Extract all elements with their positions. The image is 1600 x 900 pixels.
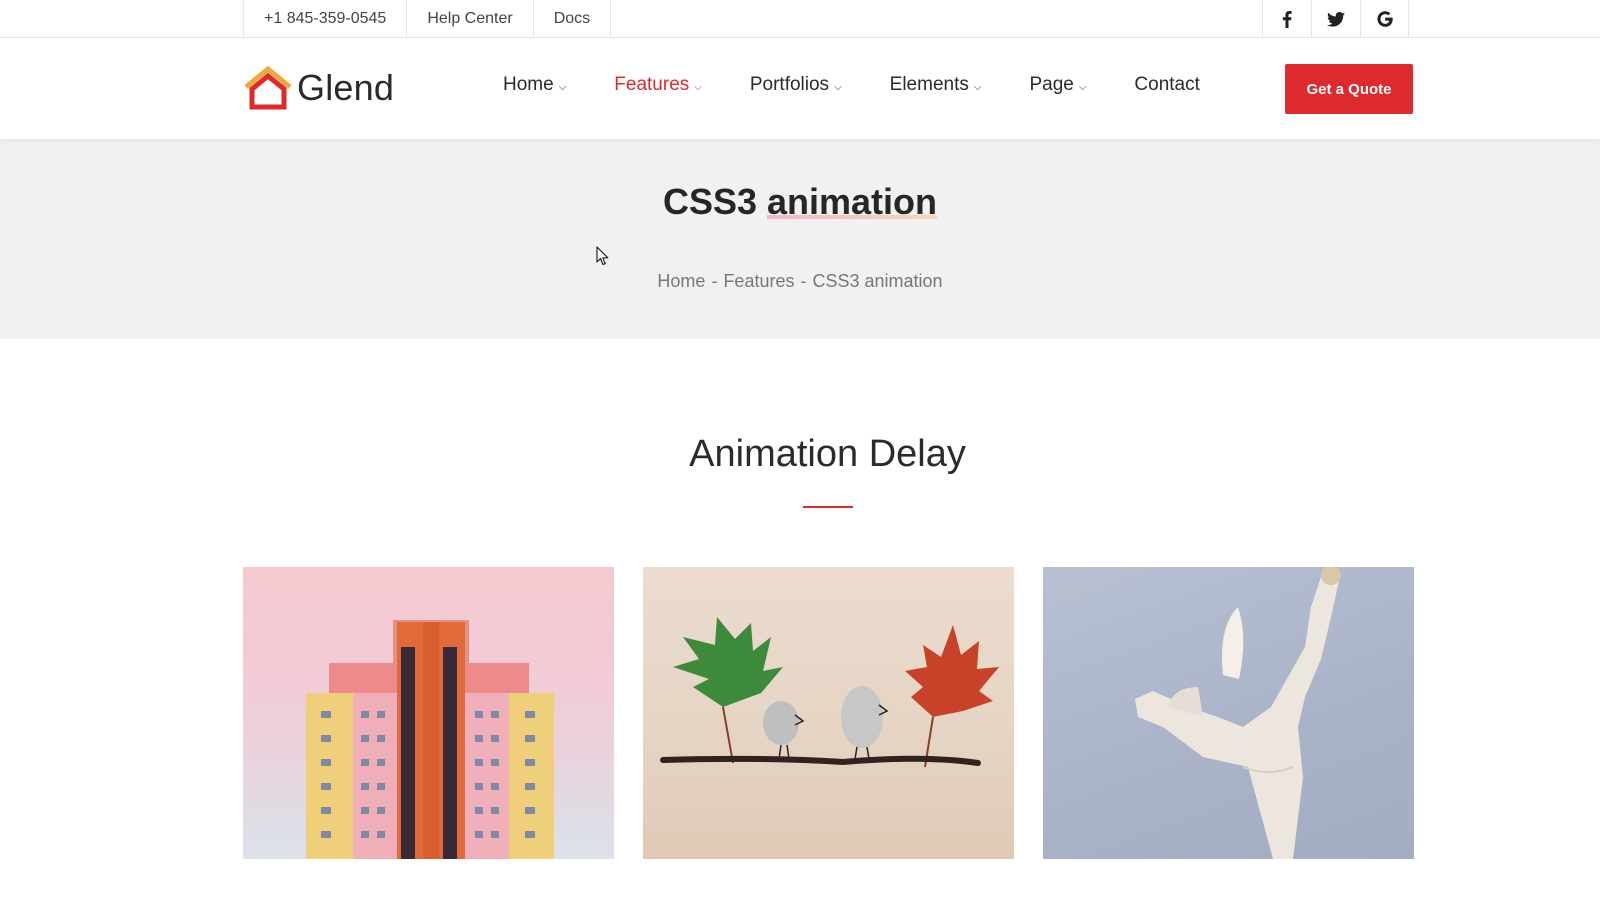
- leaves-birds-image: [660, 617, 999, 768]
- chevron-down-icon: ⌵: [694, 81, 702, 93]
- chevron-down-icon: ⌵: [558, 81, 567, 93]
- house-logo-icon: [243, 65, 293, 111]
- page-title: CSS3 animation: [0, 181, 1600, 223]
- nav-home-label: Home: [503, 74, 554, 95]
- nav-portfolios-label: Portfolios: [749, 74, 830, 95]
- mouse-cursor-icon: [596, 246, 610, 271]
- top-bar-contacts: +1 845-359-0545 Help Center Docs: [243, 0, 612, 38]
- social-links: [1262, 0, 1409, 38]
- building-image: [306, 620, 554, 859]
- page-title-text: CSS3: [662, 181, 757, 222]
- twitter-icon[interactable]: [1311, 0, 1360, 38]
- breadcrumb-separator: -: [711, 271, 718, 291]
- chevron-down-icon: ⌵: [834, 81, 842, 93]
- breadcrumb-features[interactable]: Features: [723, 271, 794, 291]
- phone-link[interactable]: +1 845-359-0545: [243, 0, 406, 38]
- chevron-down-icon: ⌵: [973, 81, 982, 93]
- image-card-building[interactable]: [243, 567, 614, 859]
- title-underline: [803, 506, 853, 508]
- logo[interactable]: Glend: [243, 64, 394, 112]
- breadcrumb-current: CSS3 animation: [812, 271, 943, 291]
- breadcrumb-home[interactable]: Home: [657, 271, 705, 291]
- docs-link[interactable]: Docs: [532, 0, 612, 38]
- logo-text: Glend: [297, 67, 395, 108]
- chevron-down-icon: ⌵: [1078, 81, 1087, 93]
- main-nav: Home ⌵ Features ⌵ Portfolios ⌵ Elements ⌵ Pa…: [503, 74, 1200, 96]
- nav-portfolios[interactable]: Portfolios ⌵: [750, 74, 842, 96]
- nav-page[interactable]: Page ⌵: [1029, 74, 1086, 96]
- help-center-link[interactable]: Help Center: [406, 0, 532, 38]
- facebook-icon[interactable]: [1262, 0, 1311, 38]
- image-card-leaves[interactable]: [643, 567, 1014, 859]
- nav-contact[interactable]: Contact: [1134, 74, 1199, 96]
- nav-home[interactable]: Home ⌵: [503, 74, 566, 96]
- page-title-highlight: animation: [767, 181, 938, 222]
- page-title-banner: CSS3 animation Home - Features - CSS3 animat…: [0, 139, 1600, 339]
- nav-features-label: Features: [614, 74, 690, 95]
- main-header: Glend Home ⌵ Features ⌵ Portfolios ⌵ Elemen…: [0, 38, 1600, 139]
- image-card-mannequin[interactable]: [1043, 567, 1414, 859]
- nav-elements-label: Elements: [889, 74, 969, 95]
- section-title: Animation Delay: [689, 433, 966, 475]
- breadcrumb: Home - Features - CSS3 animation: [0, 271, 1600, 292]
- nav-contact-label: Contact: [1134, 74, 1200, 95]
- mannequin-image: [1135, 567, 1341, 859]
- top-bar: +1 845-359-0545 Help Center Docs: [0, 0, 1600, 38]
- nav-elements[interactable]: Elements ⌵: [890, 74, 982, 96]
- google-icon[interactable]: [1360, 0, 1409, 38]
- breadcrumb-separator: -: [800, 271, 807, 291]
- nav-features[interactable]: Features ⌵: [614, 74, 702, 96]
- nav-page-label: Page: [1029, 74, 1074, 95]
- get-a-quote-button[interactable]: Get a Quote: [1285, 64, 1413, 114]
